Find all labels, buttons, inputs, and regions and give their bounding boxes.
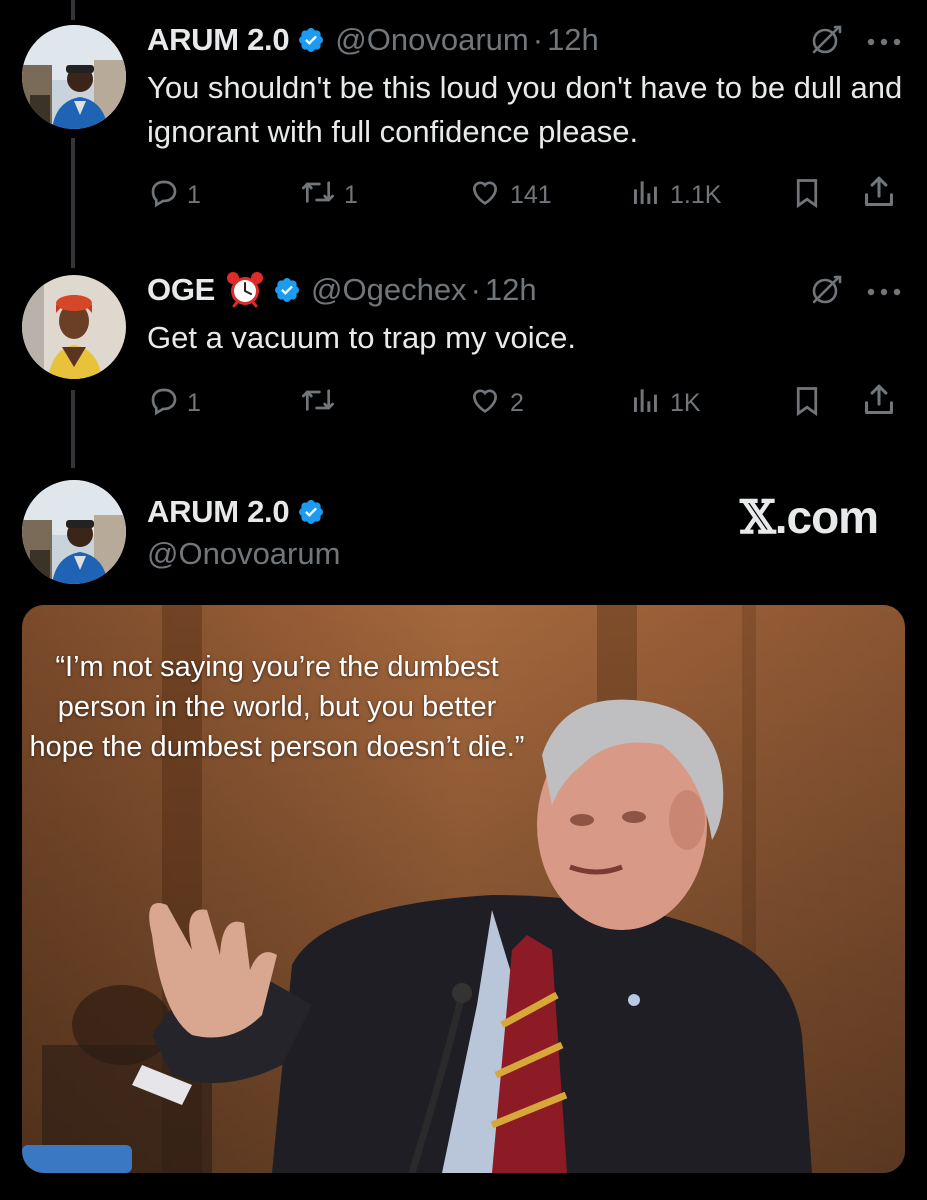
repost-count: 1 (344, 181, 358, 209)
thread-line-1 (71, 138, 75, 268)
verified-badge-icon (273, 276, 301, 304)
tweet-text: You shouldn't be this loud you don't hav… (147, 70, 903, 149)
like-count: 2 (510, 389, 524, 417)
share-button[interactable] (862, 382, 896, 425)
like-icon (468, 176, 502, 215)
username[interactable]: @Ogechex (311, 272, 467, 308)
alarm-clock-emoji (225, 270, 265, 310)
quoted-handle-row: @Onovoarum (147, 534, 340, 574)
repost-icon (300, 384, 336, 423)
separator-dot: · (470, 272, 481, 307)
verified-badge-icon (297, 26, 325, 54)
reply-count: 1 (187, 181, 201, 209)
views-button[interactable]: 1K (630, 384, 701, 423)
reply-button[interactable]: 1 (147, 176, 201, 215)
repost-button[interactable] (300, 384, 344, 423)
like-button[interactable]: 2 (468, 384, 524, 423)
reply-count: 1 (187, 389, 201, 417)
display-name[interactable]: OGE (147, 272, 215, 308)
like-count: 141 (510, 181, 552, 209)
tweet-thread-screenshot: ARUM 2.0 @Onovoarum · 12h You shouldn't … (0, 0, 927, 1200)
reply-icon (147, 176, 179, 215)
reply-icon (147, 384, 179, 423)
share-button[interactable] (862, 174, 896, 217)
display-name[interactable]: ARUM 2.0 (147, 494, 290, 530)
more-icon[interactable] (866, 285, 902, 297)
avatar[interactable] (22, 480, 126, 584)
grok-icon[interactable] (808, 22, 844, 58)
watermark-domain: .com (774, 491, 879, 543)
share-icon (862, 382, 896, 425)
tweet-header: OGE @Ogechex · 12h (147, 270, 537, 310)
thread-line-2 (71, 390, 75, 468)
views-icon (630, 384, 662, 423)
more-icon[interactable] (866, 35, 902, 47)
bookmark-icon (792, 176, 822, 217)
image-quote-text: “I’m not saying you’re the dumbest perso… (29, 651, 525, 763)
bookmark-button[interactable] (792, 384, 822, 425)
quoted-header: ARUM 2.0 (147, 492, 335, 532)
bookmark-icon (792, 384, 822, 425)
tweet-text: Get a vacuum to trap my voice. (147, 320, 577, 355)
tweet-header: ARUM 2.0 @Onovoarum · 12h (147, 20, 599, 60)
views-button[interactable]: 1.1K (630, 176, 721, 215)
timestamp[interactable]: 12h (485, 272, 537, 308)
repost-button[interactable]: 1 (300, 176, 358, 215)
post-image[interactable]: “I’m not saying you’re the dumbest perso… (22, 605, 905, 1173)
bookmark-button[interactable] (792, 176, 822, 217)
avatar[interactable] (22, 25, 126, 129)
views-count: 1K (670, 389, 701, 417)
x-com-watermark: 𝕏.com (740, 490, 879, 544)
verified-badge-icon (297, 498, 325, 526)
share-icon (862, 174, 896, 217)
avatar[interactable] (22, 275, 126, 379)
timestamp[interactable]: 12h (547, 22, 599, 58)
views-count: 1.1K (670, 181, 722, 209)
repost-icon (300, 176, 336, 215)
username[interactable]: @Onovoarum (335, 22, 528, 58)
separator-dot: · (532, 22, 544, 57)
like-button[interactable]: 141 (468, 176, 552, 215)
username[interactable]: @Onovoarum (147, 536, 340, 572)
thread-line-top (71, 0, 75, 20)
grok-icon[interactable] (808, 272, 844, 308)
x-logo-icon: 𝕏 (740, 490, 776, 544)
views-icon (630, 176, 662, 215)
display-name[interactable]: ARUM 2.0 (147, 22, 290, 58)
like-icon (468, 384, 502, 423)
reply-button[interactable]: 1 (147, 384, 201, 423)
